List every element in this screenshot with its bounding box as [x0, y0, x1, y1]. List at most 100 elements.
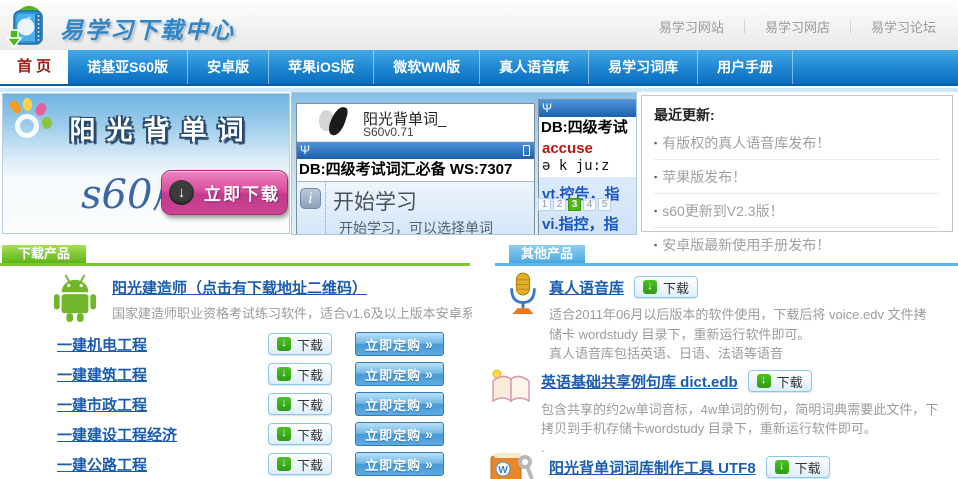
nav-item-home[interactable]: 首 页 [0, 50, 68, 84]
page-3-active[interactable]: 3 [568, 198, 581, 211]
antenna-icon: Ψ [300, 143, 310, 158]
example-book-icon [487, 367, 535, 405]
product-link[interactable]: 一建市政工程 [57, 394, 147, 415]
order-now-button[interactable]: 立即定购» [355, 362, 444, 386]
nav-item-android[interactable]: 安卓版 [188, 50, 269, 84]
update-item[interactable]: ▪有版权的真人语音库发布！ [654, 126, 940, 160]
microphone-icon [504, 271, 542, 317]
other-product-desc: 适合2011年06月以后版本的软件使用，下载后将 voice.edv 文件拷 [549, 304, 955, 323]
chevron-right-icon: » [425, 397, 434, 411]
order-now-button[interactable]: 立即定购» [355, 422, 444, 446]
dict-tool-icon: W [489, 452, 535, 479]
db-status-bar: DB:四级考试 [539, 117, 637, 139]
other-product-desc: 真人语音库包括英语、日语、法语等语音 [549, 343, 955, 362]
menu-subtitle: 开始学习，可以选择单词 [339, 218, 534, 235]
download-now-button[interactable]: ↓ 立即下载 [161, 170, 288, 215]
other-product-desc: 储卡 wordstudy 目录下，重新运行软件即可。 [549, 324, 955, 343]
download-arrow-icon: ↓ [277, 427, 291, 441]
link-separator: ｜ [738, 20, 751, 35]
nav-item-manual[interactable]: 用户手册 [698, 50, 793, 84]
download-arrow-icon: ↓ [277, 367, 291, 381]
featured-product-desc: 国家建造师职业资格考试练习软件，适合v1.6及以上版本安卓系统 [112, 303, 472, 322]
download-button[interactable]: ↓下载 [268, 393, 332, 415]
product-link[interactable]: 一建建设工程经济 [57, 424, 177, 445]
nav-item-voice[interactable]: 真人语音库 [480, 50, 589, 84]
app-logo-swoosh-icon [327, 105, 350, 138]
product-link[interactable]: 一建建筑工程 [57, 364, 147, 385]
featured-product-link[interactable]: 阳光建造师（点击有下载地址二维码） [112, 277, 367, 298]
product-row: 一建机电工程 ↓下载 立即定购» [0, 330, 470, 360]
product-link[interactable]: 一建机电工程 [57, 334, 147, 355]
promo-banner[interactable]: 阳光背单词 s60版 ↓ 立即下载 [2, 93, 290, 234]
android-robot-icon [52, 272, 98, 322]
page-4[interactable]: 4 [583, 198, 596, 211]
phone-screenshot-1: 阳光背单词_ S60v0.71 Ψ DB:四级考试词汇必备 WS:7307 i … [296, 103, 535, 235]
chevron-right-icon: » [425, 427, 434, 441]
product-row: 一建建设工程经济 ↓下载 立即定购» [0, 420, 470, 450]
bullet-icon: ▪ [654, 172, 657, 182]
download-arrow-icon: ↓ [169, 180, 194, 205]
chevron-right-icon: » [425, 337, 434, 351]
main-nav: 首 页 诺基亚S60版 安卓版 苹果iOS版 微软WM版 真人语音库 易学习词库… [0, 50, 958, 86]
bullet-icon: ▪ [654, 240, 657, 250]
update-item[interactable]: ▪s60更新到V2.3版！ [654, 194, 940, 228]
other-product-desc: . [541, 440, 955, 455]
download-arrow-icon: ↓ [643, 280, 657, 294]
page-1[interactable]: 1 [538, 198, 551, 211]
download-button[interactable]: ↓下载 [268, 453, 332, 475]
header: 易学习下载中心 易学习网站｜易学习网店｜易学习论坛 [0, 0, 958, 50]
other-product-desc: 包含共享的约2w单词音标，4w单词的例句，简明词典需要此文件，下 [541, 399, 955, 418]
order-now-button[interactable]: 立即定购» [355, 392, 444, 416]
other-product-link[interactable]: 阳光背单词词库制作工具 UTF8 [549, 457, 756, 478]
page-2[interactable]: 2 [553, 198, 566, 211]
phonetic: ə k ju:z [542, 158, 637, 174]
product-link[interactable]: 一建公路工程 [57, 454, 147, 475]
battery-icon [523, 145, 530, 156]
top-link-website[interactable]: 易学习网站 [659, 20, 724, 35]
download-button[interactable]: ↓下载 [748, 370, 812, 392]
meaning-vi: vi.指控，指 [542, 213, 637, 234]
db-status-bar: DB:四级考试词汇必备 WS:7307 [297, 159, 534, 181]
download-arrow-icon: ↓ [757, 374, 771, 388]
svg-text:W: W [498, 465, 508, 476]
nav-item-wm[interactable]: 微软WM版 [374, 50, 480, 84]
menu-title: 开始学习 [333, 186, 417, 216]
download-arrow-icon: ↓ [277, 457, 291, 471]
info-icon: i [300, 188, 321, 209]
update-item[interactable]: ▪安卓版最新使用手册发布！ [654, 228, 940, 261]
download-button[interactable]: ↓下载 [634, 276, 698, 298]
other-product-desc: 拷贝到手机存储卡wordstudy 目录下，重新运行软件即可。 [541, 418, 955, 437]
dictionary-word: accuse [542, 140, 637, 157]
download-button[interactable]: ↓下载 [268, 423, 332, 445]
section-title-downloads: 下载产品 [2, 245, 86, 263]
nav-item-ios[interactable]: 苹果iOS版 [269, 50, 374, 84]
recent-updates-panel: 最近更新: ▪有版权的真人语音库发布！ ▪苹果版发布！ ▪s60更新到V2.3版… [641, 95, 953, 232]
download-arrow-icon: ↓ [277, 337, 291, 351]
download-button[interactable]: ↓下载 [268, 333, 332, 355]
update-item[interactable]: ▪苹果版发布！ [654, 160, 940, 194]
order-now-button[interactable]: 立即定购» [355, 452, 444, 476]
download-button[interactable]: ↓下载 [268, 363, 332, 385]
bullet-icon: ▪ [654, 206, 657, 216]
section-underline-right [495, 263, 958, 266]
bullet-icon: ▪ [654, 138, 657, 148]
product-row: 一建公路工程 ↓下载 立即定购» [0, 450, 470, 479]
product-row: 一建市政工程 ↓下载 立即定购» [0, 390, 470, 420]
phone-screenshot-2: Ψ DB:四级考试 accuse ə k ju:z vt.控告，指 vi.指控，… [538, 99, 637, 235]
chevron-right-icon: » [425, 457, 434, 471]
link-separator: ｜ [844, 20, 857, 35]
page-5[interactable]: 5 [598, 198, 611, 211]
download-product-list: 一建机电工程 ↓下载 立即定购» 一建建筑工程 ↓下载 立即定购» 一建市政工程… [0, 330, 470, 479]
download-button[interactable]: ↓下载 [766, 456, 830, 478]
antenna-icon: Ψ [542, 101, 552, 116]
nav-item-s60[interactable]: 诺基亚S60版 [68, 50, 188, 84]
other-product-link[interactable]: 英语基础共享例句库 dict.edb [541, 371, 738, 392]
carousel-pagination: 1 2 3 4 5 [538, 198, 611, 211]
screenshot-carousel: 阳光背单词_ S60v0.71 Ψ DB:四级考试词汇必备 WS:7307 i … [291, 92, 637, 235]
other-product-link[interactable]: 真人语音库 [549, 277, 624, 298]
top-link-forum[interactable]: 易学习论坛 [871, 20, 936, 35]
download-arrow-icon: ↓ [775, 460, 789, 474]
top-link-store[interactable]: 易学习网店 [765, 20, 830, 35]
nav-item-dict[interactable]: 易学习词库 [589, 50, 698, 84]
order-now-button[interactable]: 立即定购» [355, 332, 444, 356]
